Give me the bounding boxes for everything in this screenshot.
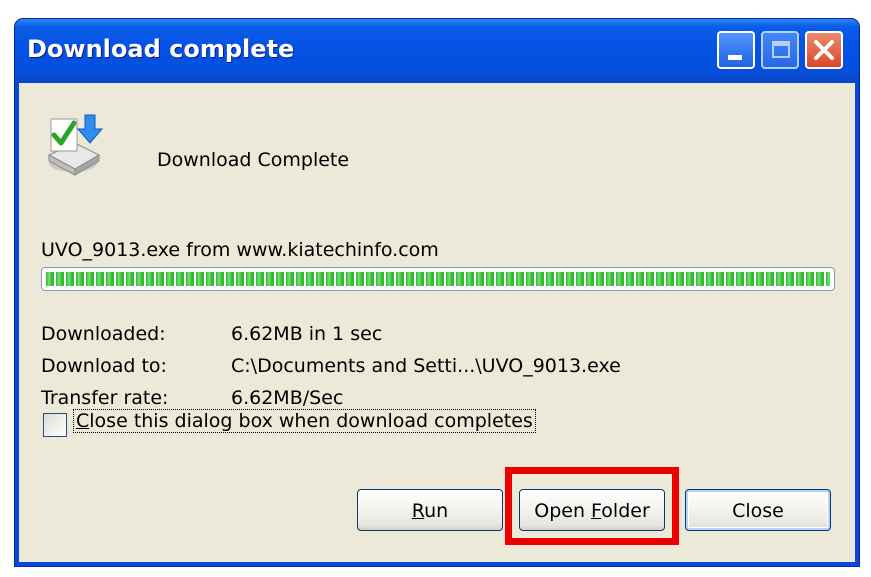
download-progress-bar: [41, 267, 835, 291]
maximize-button: [761, 31, 799, 69]
close-icon: [814, 40, 834, 60]
run-button[interactable]: Run: [357, 489, 503, 531]
open-folder-highlight-annotation: [505, 467, 679, 545]
download-source-text: UVO_9013.exe from www.kiatechinfo.com: [41, 239, 439, 261]
download-status-text: Download Complete: [157, 149, 350, 171]
close-button[interactable]: Close: [685, 489, 831, 531]
minimize-icon: [728, 55, 742, 60]
dialog-body: Download Complete UVO_9013.exe from www.…: [19, 83, 855, 562]
title-bar[interactable]: Download complete: [15, 19, 859, 83]
window-title: Download complete: [27, 35, 295, 63]
downloaded-label: Downloaded:: [41, 323, 166, 345]
maximize-icon: [772, 41, 790, 58]
transfer-rate-value: 6.62MB/Sec: [231, 387, 344, 409]
minimize-button[interactable]: [717, 31, 755, 69]
close-window-button[interactable]: [805, 31, 843, 69]
run-button-label: Run: [411, 500, 449, 522]
close-button-label: Close: [732, 500, 784, 522]
transfer-rate-label: Transfer rate:: [41, 387, 169, 409]
download-complete-icon: [47, 114, 104, 176]
downloaded-value: 6.62MB in 1 sec: [231, 323, 383, 345]
download-to-value: C:\Documents and Setti...\UVO_9013.exe: [231, 355, 621, 377]
download-dialog-window: Download complete Download Complete UVO_…: [14, 18, 860, 567]
progress-fill: [46, 272, 830, 286]
download-to-label: Download to:: [41, 355, 167, 377]
close-when-complete-label[interactable]: Close this dialog box when download comp…: [73, 409, 536, 433]
close-when-complete-checkbox[interactable]: [43, 413, 67, 437]
